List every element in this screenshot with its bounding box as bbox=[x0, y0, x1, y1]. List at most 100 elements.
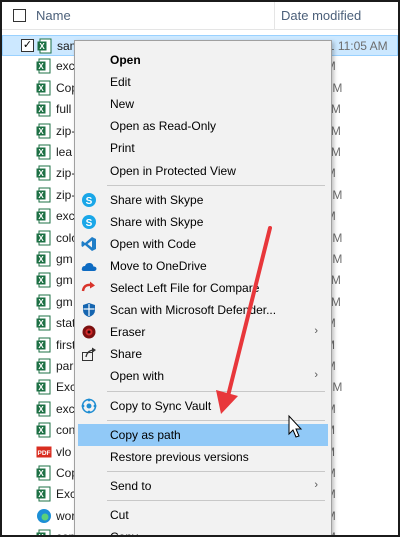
eraser-icon bbox=[81, 324, 97, 340]
submenu-arrow-icon: › bbox=[314, 369, 318, 382]
menu-separator bbox=[107, 419, 325, 421]
excel-icon: X bbox=[36, 208, 51, 224]
file-name: zip- bbox=[56, 187, 76, 202]
menu-item-label: Move to OneDrive bbox=[110, 258, 207, 273]
menu-item-move-to-onedrive[interactable]: Move to OneDrive bbox=[78, 255, 328, 277]
svg-text:X: X bbox=[38, 383, 44, 392]
date-modified-column-header[interactable]: Date modified bbox=[281, 8, 361, 23]
file-name: stat bbox=[56, 316, 76, 331]
file-name: par bbox=[56, 359, 74, 373]
svg-text:X: X bbox=[39, 42, 45, 51]
menu-item-share-with-skype[interactable]: S Share with Skype bbox=[78, 211, 328, 233]
file-name: con bbox=[56, 423, 76, 438]
menu-item-label: Share bbox=[110, 347, 143, 362]
menu-separator bbox=[107, 390, 325, 392]
skype-icon: S bbox=[81, 192, 97, 208]
menu-item-label: Copy to Sync Vault bbox=[110, 398, 212, 413]
menu-item-label: Open bbox=[110, 53, 141, 67]
file-name: first bbox=[56, 337, 76, 352]
svg-text:X: X bbox=[38, 255, 44, 264]
excel-icon: X bbox=[36, 187, 51, 203]
excel-icon: X bbox=[36, 123, 51, 139]
menu-item-open-as-read-only[interactable]: Open as Read-Only bbox=[78, 115, 328, 137]
menu-item-label: New bbox=[110, 97, 135, 112]
file-name: gm bbox=[56, 294, 73, 309]
menu-item-label: Scan with Microsoft Defender... bbox=[110, 303, 277, 318]
menu-item-label: Edit bbox=[110, 75, 131, 90]
svg-text:X: X bbox=[38, 169, 44, 178]
menu-item-label: Restore previous versions bbox=[110, 449, 249, 464]
excel-icon: X bbox=[37, 38, 52, 54]
excel-icon: X bbox=[36, 401, 51, 417]
file-name: full bbox=[56, 102, 72, 117]
menu-item-scan-with-microsoft-defender[interactable]: Scan with Microsoft Defender... bbox=[78, 299, 328, 321]
svg-text:X: X bbox=[38, 533, 44, 537]
sync-vault-icon bbox=[81, 398, 97, 414]
svg-text:X: X bbox=[38, 234, 44, 243]
svg-text:X: X bbox=[38, 298, 44, 307]
excel-icon: X bbox=[36, 379, 51, 395]
excel-icon: X bbox=[36, 337, 51, 353]
excel-icon: X bbox=[36, 272, 51, 288]
submenu-arrow-icon: › bbox=[314, 478, 318, 491]
excel-icon: X bbox=[36, 230, 51, 246]
file-name: zip- bbox=[56, 123, 76, 138]
select-all-checkbox[interactable] bbox=[13, 9, 26, 22]
column-header: Name Date modified bbox=[2, 2, 398, 30]
svg-text:X: X bbox=[38, 341, 44, 350]
file-name: wor bbox=[56, 508, 76, 523]
menu-item-label: Print bbox=[110, 141, 135, 156]
excel-icon: X bbox=[36, 144, 51, 160]
menu-item-edit[interactable]: Edit bbox=[78, 71, 328, 93]
share-icon bbox=[81, 346, 97, 362]
excel-icon: X bbox=[36, 251, 51, 267]
menu-item-send-to[interactable]: Send to › bbox=[78, 475, 328, 497]
file-name: gm bbox=[56, 273, 73, 288]
excel-icon: X bbox=[36, 165, 51, 181]
menu-item-eraser[interactable]: Eraser › bbox=[78, 321, 328, 343]
menu-item-print[interactable]: Print bbox=[78, 137, 328, 159]
menu-item-copy[interactable]: Copy bbox=[78, 526, 328, 535]
menu-item-label: Open as Read-Only bbox=[110, 119, 217, 134]
menu-item-share-with-skype[interactable]: S Share with Skype bbox=[78, 189, 328, 211]
excel-icon: X bbox=[36, 101, 51, 117]
menu-item-copy-as-path[interactable]: Copy as path bbox=[78, 423, 328, 446]
menu-item-open-in-protected-view[interactable]: Open in Protected View bbox=[78, 160, 328, 182]
menu-item-open-with[interactable]: Open with › bbox=[78, 365, 328, 387]
menu-item-label: Cut bbox=[110, 507, 129, 522]
file-name: Exc bbox=[56, 380, 77, 395]
vscode-icon bbox=[81, 236, 97, 252]
defender-icon bbox=[81, 302, 97, 318]
menu-item-label: Share with Skype bbox=[110, 192, 204, 207]
submenu-arrow-icon: › bbox=[314, 325, 318, 338]
skype-icon: S bbox=[81, 214, 97, 230]
menu-item-cut[interactable]: Cut bbox=[78, 504, 328, 526]
file-name: exc bbox=[56, 401, 75, 416]
file-name: Exc bbox=[56, 487, 77, 502]
menu-item-new[interactable]: New bbox=[78, 93, 328, 115]
excel-icon: X bbox=[36, 80, 51, 96]
menu-item-share[interactable]: Share bbox=[78, 343, 328, 365]
context-menu: Open Edit New Open as Read-Only Print Open in… bbox=[74, 40, 332, 535]
name-column-header[interactable]: Name bbox=[36, 8, 71, 23]
menu-separator bbox=[107, 470, 325, 472]
row-checkbox[interactable]: ✓ bbox=[21, 39, 34, 52]
excel-icon: X bbox=[36, 422, 51, 438]
menu-item-open-with-code[interactable]: Open with Code bbox=[78, 233, 328, 255]
excel-icon: X bbox=[36, 486, 51, 502]
menu-item-label: Eraser bbox=[110, 325, 146, 340]
menu-item-select-left-file-for-compare[interactable]: Select Left File for Compare bbox=[78, 277, 328, 299]
file-name: gm bbox=[56, 252, 73, 266]
menu-item-restore-previous-versions[interactable]: Restore previous versions bbox=[78, 446, 328, 468]
file-name: vlo bbox=[56, 444, 72, 459]
menu-item-copy-to-sync-vault[interactable]: Copy to Sync Vault bbox=[78, 395, 328, 417]
svg-text:X: X bbox=[38, 191, 44, 200]
menu-item-open[interactable]: Open bbox=[78, 49, 328, 71]
svg-text:X: X bbox=[38, 490, 44, 499]
svg-text:X: X bbox=[38, 469, 44, 478]
svg-text:X: X bbox=[38, 84, 44, 93]
file-name: zip- bbox=[56, 166, 76, 181]
column-divider[interactable] bbox=[274, 2, 275, 30]
svg-text:X: X bbox=[38, 276, 44, 285]
menu-item-label: Send to bbox=[110, 478, 152, 493]
